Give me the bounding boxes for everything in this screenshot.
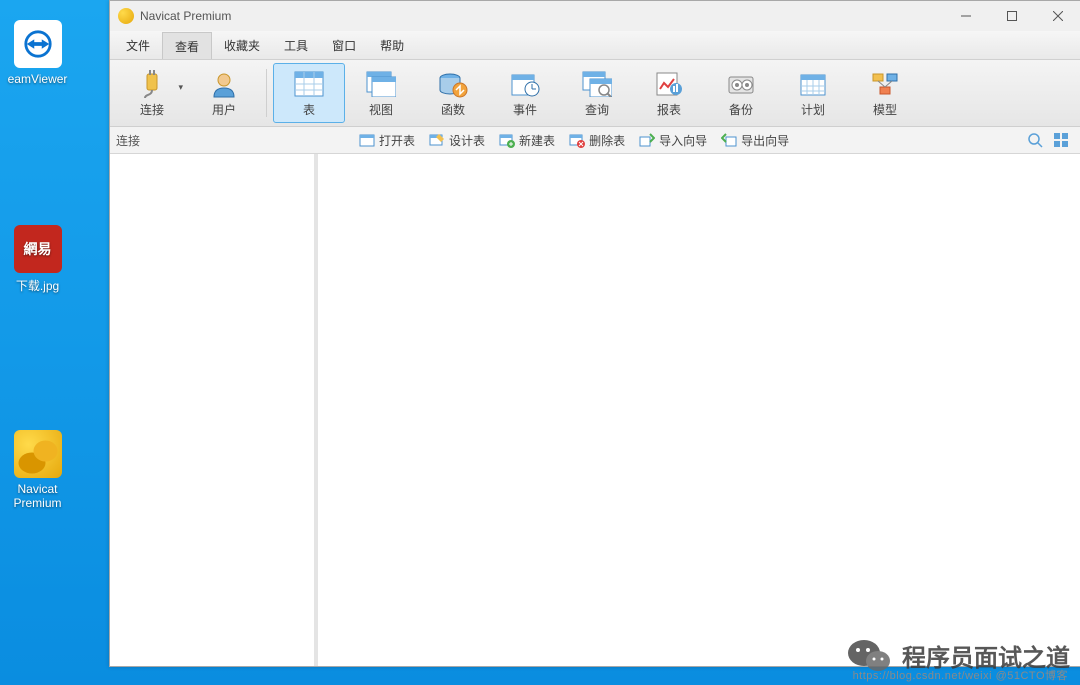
- watermark-sub: https://blog.csdn.net/weixi @51CTO博客: [853, 667, 1068, 683]
- menu-window[interactable]: 窗口: [320, 31, 368, 59]
- backup-icon: [725, 69, 757, 99]
- desktop-icon-label: Navicat Premium: [0, 482, 75, 510]
- sub-delete-table[interactable]: 删除表: [562, 129, 632, 152]
- menubar: 文件 查看 收藏夹 工具 窗口 帮助: [110, 31, 1080, 60]
- search-icon[interactable]: [1027, 132, 1043, 148]
- desktop: eamViewer 網易 下载.jpg Navicat Premium Navi…: [0, 0, 1080, 685]
- menu-help[interactable]: 帮助: [368, 31, 416, 59]
- new-table-icon: [499, 132, 515, 148]
- desktop-icon-teamviewer[interactable]: eamViewer: [0, 20, 75, 86]
- table-icon: [293, 69, 325, 99]
- sub-export-wizard[interactable]: 导出向导: [714, 129, 796, 152]
- menu-file[interactable]: 文件: [114, 31, 162, 59]
- connection-tree-panel[interactable]: [110, 154, 318, 666]
- window-title: Navicat Premium: [140, 9, 231, 23]
- function-icon: [437, 69, 469, 99]
- design-table-icon: [429, 132, 445, 148]
- connection-label: 连接: [116, 132, 148, 149]
- toolbar-user[interactable]: 用户: [188, 63, 260, 123]
- desktop-icon-download-jpg[interactable]: 網易 下载.jpg: [0, 225, 75, 294]
- sub-import-wizard[interactable]: 导入向导: [632, 129, 714, 152]
- maximize-button[interactable]: [989, 1, 1035, 31]
- menu-favorites[interactable]: 收藏夹: [212, 31, 272, 59]
- delete-table-icon: [569, 132, 585, 148]
- toolbar-query[interactable]: 查询: [561, 63, 633, 123]
- open-table-icon: [359, 132, 375, 148]
- sub-design-table[interactable]: 设计表: [422, 129, 492, 152]
- netease-icon: 網易: [14, 225, 62, 273]
- titlebar[interactable]: Navicat Premium: [110, 1, 1080, 31]
- toolbar: ▾ 连接 用户 表 视图 函数 事件: [110, 60, 1080, 127]
- model-icon: [869, 69, 901, 99]
- desktop-icon-label: 下载.jpg: [0, 277, 75, 294]
- toolbar-report[interactable]: 报表: [633, 63, 705, 123]
- app-icon: [118, 8, 134, 24]
- report-icon: [653, 69, 685, 99]
- chevron-down-icon: ▾: [178, 82, 183, 93]
- sub-new-table[interactable]: 新建表: [492, 129, 562, 152]
- sub-open-table[interactable]: 打开表: [352, 129, 422, 152]
- teamviewer-icon: [14, 20, 62, 68]
- toolbar-function[interactable]: 函数: [417, 63, 489, 123]
- view-icon: [365, 69, 397, 99]
- close-button[interactable]: [1035, 1, 1080, 31]
- toolbar-event[interactable]: 事件: [489, 63, 561, 123]
- toolbar-model[interactable]: 模型: [849, 63, 921, 123]
- menu-tools[interactable]: 工具: [272, 31, 320, 59]
- minimize-button[interactable]: [943, 1, 989, 31]
- toolbar-connect[interactable]: ▾ 连接: [116, 63, 188, 123]
- subtoolbar: 连接 打开表 设计表 新建表 删除表 导入向导: [110, 127, 1080, 154]
- user-icon: [208, 69, 240, 99]
- object-list-panel[interactable]: [318, 154, 1080, 666]
- toolbar-schedule[interactable]: 计划: [777, 63, 849, 123]
- grid-view-icon[interactable]: [1053, 132, 1069, 148]
- separator: [266, 69, 267, 117]
- toolbar-backup[interactable]: 备份: [705, 63, 777, 123]
- import-icon: [639, 132, 655, 148]
- navicat-window: Navicat Premium 文件 查看 收藏夹 工具 窗口 帮助 ▾ 连接 …: [109, 0, 1080, 667]
- schedule-icon: [797, 69, 829, 99]
- menu-view[interactable]: 查看: [162, 32, 212, 59]
- query-icon: [581, 69, 613, 99]
- desktop-icon-label: eamViewer: [0, 72, 75, 86]
- desktop-icon-navicat[interactable]: Navicat Premium: [0, 430, 75, 510]
- toolbar-view[interactable]: 视图: [345, 63, 417, 123]
- body-area: [110, 154, 1080, 666]
- export-icon: [721, 132, 737, 148]
- plug-icon: [136, 69, 168, 99]
- navicat-icon: [14, 430, 62, 478]
- toolbar-table[interactable]: 表: [273, 63, 345, 123]
- event-icon: [509, 69, 541, 99]
